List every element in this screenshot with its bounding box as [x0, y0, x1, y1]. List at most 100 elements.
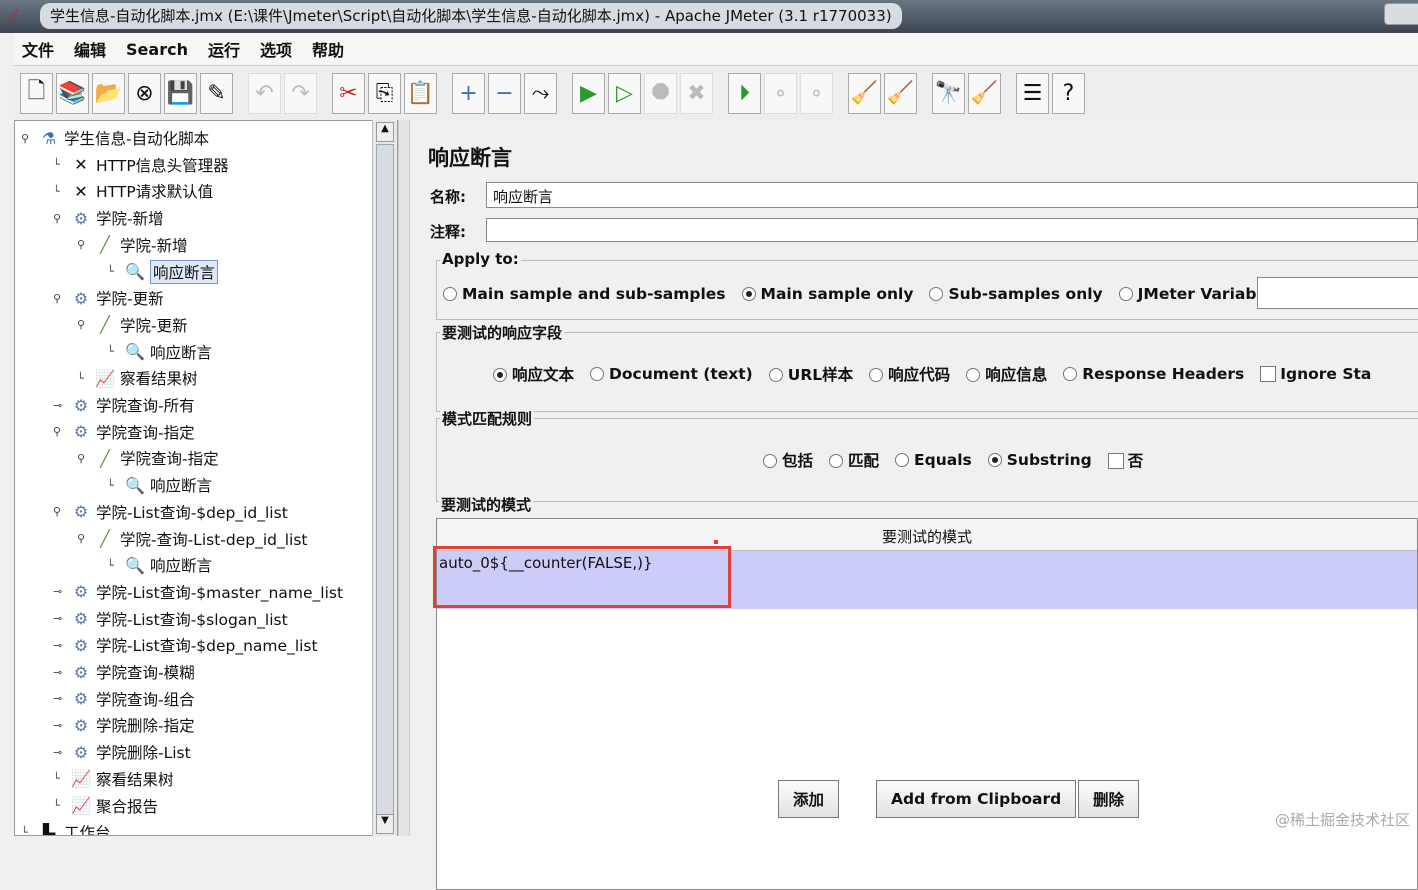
- radio-apply_to-1[interactable]: Main sample only: [741, 285, 913, 303]
- radio-apply_to-3[interactable]: JMeter Variable: [1118, 285, 1272, 303]
- radio-button[interactable]: [741, 287, 756, 301]
- collapsed-handle-icon[interactable]: ⊸: [53, 666, 69, 679]
- tree-node[interactable]: └ 🔍 响应断言: [107, 339, 212, 365]
- cut-button[interactable]: ✂: [332, 72, 365, 114]
- menu-5[interactable]: 帮助: [312, 37, 344, 61]
- radio-button[interactable]: [895, 453, 910, 467]
- minimize-button[interactable]: [1384, 3, 1418, 25]
- scroll-down-button[interactable]: ▼: [376, 814, 394, 834]
- close-button[interactable]: ⊗: [128, 72, 161, 114]
- radio-button[interactable]: [590, 367, 605, 381]
- radio-rules-2[interactable]: Equals: [895, 451, 972, 469]
- radio-rules-0[interactable]: 包括: [763, 449, 813, 471]
- tree-node[interactable]: └ 🔍 响应断言: [107, 552, 212, 578]
- menu-2[interactable]: Search: [126, 40, 188, 59]
- remote-stop-button[interactable]: ∘: [764, 72, 797, 114]
- menu-4[interactable]: 选项: [260, 37, 292, 61]
- tree-node[interactable]: └ 🔍 响应断言: [107, 259, 219, 285]
- expanded-handle-icon[interactable]: ⚲: [53, 425, 69, 438]
- collapse-button[interactable]: −: [488, 72, 521, 114]
- remote-shutdown-button[interactable]: ∘: [800, 72, 833, 114]
- collapsed-handle-icon[interactable]: ⊸: [53, 719, 69, 732]
- tree-scrollbar[interactable]: ▲ ▼: [372, 120, 397, 836]
- radio-field-4[interactable]: 响应信息: [966, 363, 1047, 385]
- expanded-handle-icon[interactable]: ⚲: [53, 292, 69, 305]
- tree-node[interactable]: ⊸ ⚙ 学院查询-模糊: [53, 659, 195, 685]
- add-from-clipboard-button[interactable]: Add from Clipboard: [876, 780, 1077, 818]
- radio-apply_to-0[interactable]: Main sample and sub-samples: [443, 285, 726, 303]
- tree-node[interactable]: ⚲ ⚙ 学院查询-指定: [53, 419, 195, 445]
- comment-input[interactable]: [486, 218, 1418, 242]
- clear-all-button[interactable]: 🧹: [884, 72, 917, 114]
- checkbox[interactable]: [1260, 366, 1277, 382]
- menu-1[interactable]: 编辑: [74, 37, 106, 61]
- new-button[interactable]: 🗋: [20, 72, 53, 114]
- radio-button[interactable]: [1063, 367, 1078, 381]
- tree-node[interactable]: └ 📈 察看结果树: [77, 365, 198, 391]
- collapsed-handle-icon[interactable]: ⊸: [53, 585, 69, 598]
- tree-node[interactable]: ⚲ ╱ 学院查询-指定: [77, 445, 219, 471]
- tree-node[interactable]: ⚲ ╱ 学院-更新: [77, 312, 188, 338]
- tree-node[interactable]: ⚲ ⚗ 学生信息-自动化脚本: [21, 125, 209, 151]
- save-button[interactable]: 💾: [164, 72, 197, 114]
- tree-node[interactable]: ⊸ ⚙ 学院删除-List: [53, 739, 191, 765]
- toggle-button[interactable]: ⤳: [524, 72, 557, 114]
- collapsed-handle-icon[interactable]: ⊸: [53, 746, 69, 759]
- scroll-up-button[interactable]: ▲: [376, 122, 394, 142]
- expanded-handle-icon[interactable]: ⚲: [77, 238, 93, 251]
- copy-button[interactable]: ⎘: [368, 72, 401, 114]
- radio-button[interactable]: [829, 454, 844, 468]
- tree-node[interactable]: ⚲ ⚙ 学院-List查询-$dep_id_list: [53, 499, 288, 525]
- radio-field-3[interactable]: 响应代码: [869, 363, 950, 385]
- checkbox[interactable]: [1107, 453, 1124, 469]
- shutdown-button[interactable]: ✖: [680, 72, 713, 114]
- radio-button[interactable]: [493, 368, 507, 382]
- expanded-handle-icon[interactable]: ⚲: [77, 452, 93, 465]
- expand-button[interactable]: +: [452, 72, 485, 114]
- radio-button[interactable]: [929, 287, 944, 301]
- tree-node[interactable]: ⊸ ⚙ 学院查询-组合: [53, 686, 195, 712]
- radio-apply_to-2[interactable]: Sub-samples only: [929, 285, 1103, 303]
- expanded-handle-icon[interactable]: ⚲: [77, 318, 93, 331]
- collapsed-handle-icon[interactable]: ⊸: [53, 639, 69, 652]
- tree-node[interactable]: ⚲ ⚙ 学院-新增: [53, 205, 164, 231]
- not-checkbox[interactable]: 否: [1107, 449, 1143, 471]
- tree-node[interactable]: └ 🔍 响应断言: [107, 472, 212, 498]
- expanded-handle-icon[interactable]: ⚲: [77, 532, 93, 545]
- reset-search-button[interactable]: 🧹: [968, 72, 1001, 114]
- scroll-thumb[interactable]: [376, 144, 394, 834]
- tree-node[interactable]: ⊸ ⚙ 学院-List查询-$slogan_list: [53, 606, 288, 632]
- collapsed-handle-icon[interactable]: ⊸: [53, 399, 69, 412]
- radio-button[interactable]: [768, 368, 783, 382]
- radio-button[interactable]: [987, 453, 1002, 467]
- expanded-handle-icon[interactable]: ⚲: [53, 212, 69, 225]
- tree-node[interactable]: ⚲ ╱ 学院-查询-List-dep_id_list: [77, 526, 308, 552]
- tree-node[interactable]: └ 📈 察看结果树: [53, 766, 174, 792]
- collapsed-handle-icon[interactable]: ⊸: [53, 692, 69, 705]
- remote-start-button[interactable]: ⏵: [728, 72, 761, 114]
- radio-rules-1[interactable]: 匹配: [829, 449, 879, 471]
- tree-node[interactable]: ⊸ ⚙ 学院-List查询-$master_name_list: [53, 579, 343, 605]
- start-button[interactable]: ▶: [572, 72, 605, 114]
- ignore-status-checkbox[interactable]: Ignore Sta: [1260, 365, 1371, 383]
- radio-rules-3[interactable]: Substring: [987, 451, 1092, 469]
- help-button[interactable]: ?: [1052, 72, 1085, 114]
- radio-button[interactable]: [443, 287, 457, 301]
- save-as-button[interactable]: ✎: [200, 72, 233, 114]
- stop-button[interactable]: ⯃: [644, 72, 677, 114]
- tree-node[interactable]: └ ✕ HTTP信息头管理器: [53, 152, 229, 178]
- expanded-handle-icon[interactable]: ⚲: [53, 505, 69, 518]
- radio-button[interactable]: [1118, 287, 1133, 301]
- function-helper-button[interactable]: ☰: [1016, 72, 1049, 114]
- menu-3[interactable]: 运行: [208, 37, 240, 61]
- delete-button[interactable]: 删除: [1078, 780, 1140, 818]
- split-pane-divider[interactable]: [398, 120, 410, 836]
- radio-field-5[interactable]: Response Headers: [1063, 365, 1244, 383]
- menu-0[interactable]: 文件: [22, 37, 54, 61]
- radio-button[interactable]: [763, 454, 777, 468]
- radio-field-2[interactable]: URL样本: [768, 363, 853, 385]
- radio-button[interactable]: [966, 368, 981, 382]
- radio-button[interactable]: [869, 368, 884, 382]
- tree-node[interactable]: ⚲ ⚙ 学院-更新: [53, 285, 164, 311]
- tree-node[interactable]: └ 📈 聚合报告: [53, 793, 158, 819]
